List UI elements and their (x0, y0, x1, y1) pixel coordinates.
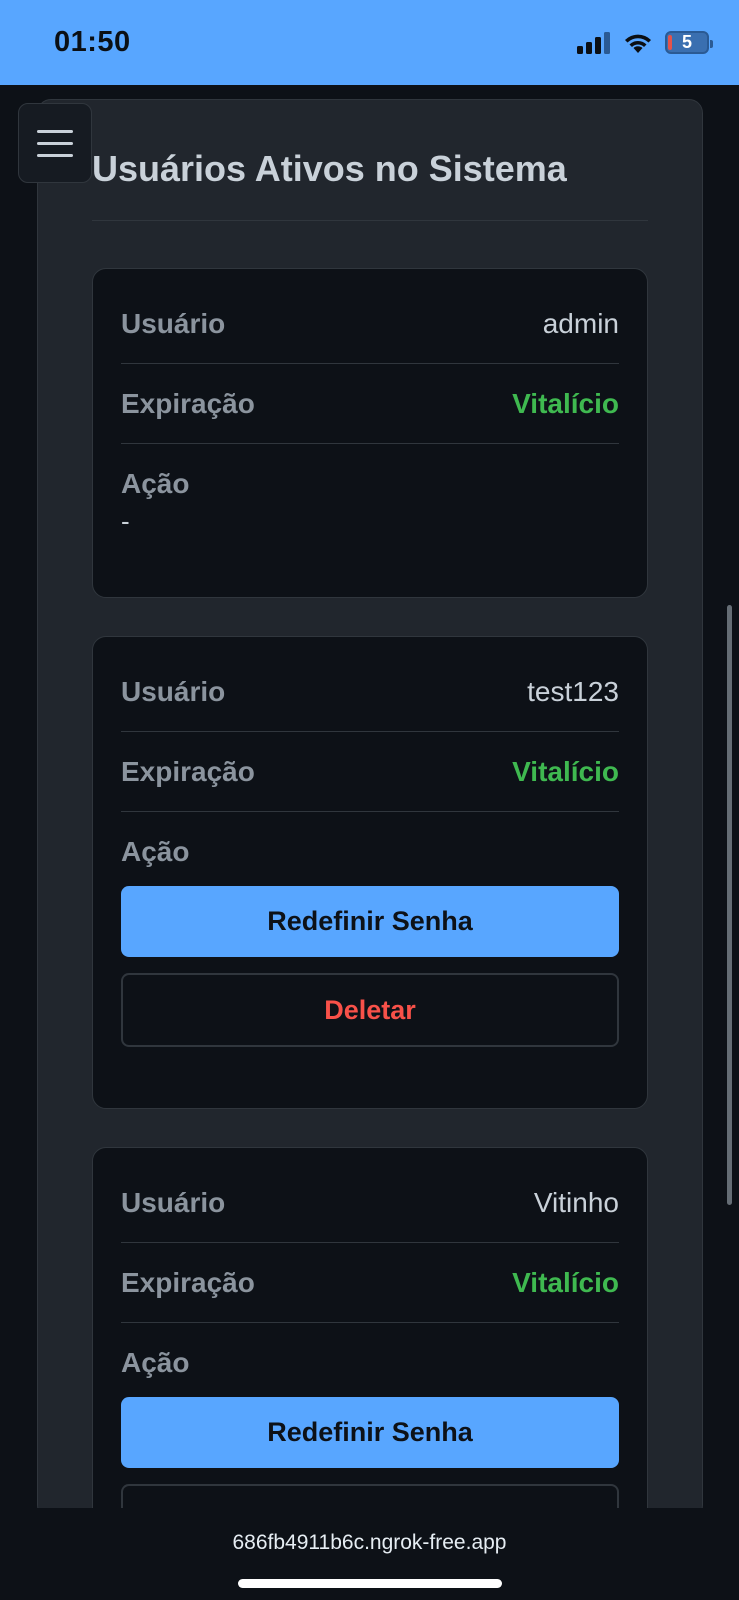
signal-icon (577, 31, 610, 54)
title-divider (92, 220, 648, 221)
page-title: Usuários Ativos no Sistema (92, 148, 567, 189)
battery-icon: 5 (665, 31, 713, 54)
action-label: Ação (121, 468, 190, 499)
user-label: Usuário (121, 307, 226, 339)
expiration-label: Expiração (121, 755, 255, 787)
user-label: Usuário (121, 675, 226, 707)
home-indicator[interactable] (238, 1579, 502, 1588)
hamburger-menu-button[interactable] (18, 103, 92, 183)
expiration-value: Vitalício (512, 1266, 619, 1298)
action-label: Ação (121, 1347, 190, 1378)
user-row: Usuário admin (121, 284, 619, 364)
clock: 01:50 (54, 26, 131, 58)
user-row: Usuário Vitinho (121, 1163, 619, 1243)
expiration-label: Expiração (121, 1266, 255, 1298)
delete-user-button[interactable]: Deletar (121, 973, 619, 1047)
status-bar: 01:50 5 (0, 0, 739, 85)
address-bar[interactable]: 686fb4911b6c.ngrok-free.app (0, 1531, 739, 1555)
username-value: admin (542, 307, 619, 339)
reset-password-button[interactable]: Redefinir Senha (121, 1397, 619, 1468)
menu-icon (37, 129, 73, 133)
user-card: Usuário Vitinho Expiração Vitalício Ação… (92, 1147, 648, 1558)
username-value: Vitinho (533, 1186, 619, 1218)
browser-bottom-bar: 686fb4911b6c.ngrok-free.app (0, 1508, 739, 1600)
expiration-label: Expiração (121, 387, 255, 419)
expiration-value: Vitalício (512, 387, 619, 419)
user-row: Usuário test123 (121, 652, 619, 732)
expiration-value: Vitalício (512, 755, 619, 787)
username-value: test123 (527, 675, 619, 707)
action-value: - (121, 506, 130, 536)
user-card: Usuário test123 Expiração Vitalício Ação… (92, 636, 648, 1109)
wifi-icon (625, 34, 651, 53)
user-card: Usuário admin Expiração Vitalício Ação - (92, 268, 648, 598)
reset-password-button[interactable]: Redefinir Senha (121, 886, 619, 957)
expiration-row: Expiração Vitalício (121, 732, 619, 812)
action-label: Ação (121, 836, 190, 867)
status-icons: 5 (577, 31, 713, 54)
expiration-row: Expiração Vitalício (121, 364, 619, 444)
expiration-row: Expiração Vitalício (121, 1243, 619, 1323)
user-label: Usuário (121, 1186, 226, 1218)
scrollbar[interactable] (727, 605, 732, 1205)
